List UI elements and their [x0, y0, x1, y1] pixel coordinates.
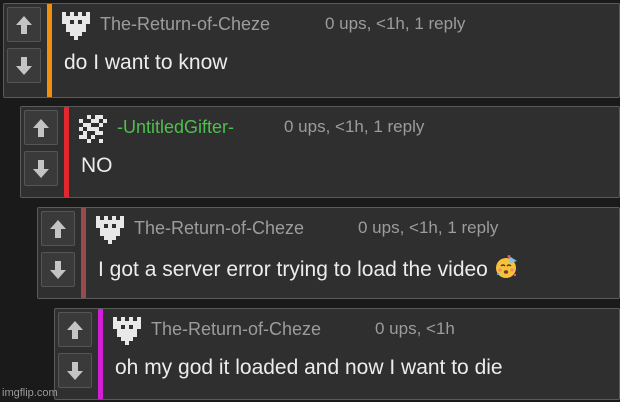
username[interactable]: The-Return-of-Cheze [151, 319, 321, 340]
downvote-button[interactable] [24, 151, 58, 186]
arrow-up-icon [50, 219, 66, 238]
comment-text: I got a server error trying to load the … [98, 255, 518, 285]
arrow-down-icon [50, 260, 66, 279]
username[interactable]: -UntitledGifter- [117, 117, 234, 138]
comment-meta: 0 ups, <1h, 1 reply [358, 218, 499, 237]
pixel-noise-icon [79, 115, 107, 143]
arrow-up-icon [33, 118, 49, 137]
comment-thread: The-Return-of-Cheze 0 ups, <1h, 1 reply … [0, 0, 620, 402]
comment: -UntitledGifter- 0 ups, <1h, 1 reply NO [20, 106, 620, 198]
downvote-button[interactable] [58, 353, 92, 388]
arrow-up-icon [16, 15, 32, 34]
downvote-button[interactable] [41, 252, 75, 287]
comment-meta: 0 ups, <1h, 1 reply [325, 14, 466, 33]
watermark: imgflip.com [2, 387, 58, 399]
reply-depth-bar [64, 107, 69, 197]
arrow-down-icon [67, 361, 83, 380]
downvote-button[interactable] [7, 48, 41, 83]
comment-text-content: I got a server error trying to load the … [98, 258, 488, 281]
comment-meta: 0 ups, <1h [375, 319, 455, 338]
avatar[interactable] [113, 317, 141, 345]
reply-depth-bar [81, 208, 86, 298]
pixel-crest-icon [62, 12, 90, 40]
avatar[interactable] [62, 12, 90, 40]
avatar[interactable] [79, 115, 107, 143]
partying-face-emoji [494, 255, 518, 285]
arrow-down-icon [33, 159, 49, 178]
upvote-button[interactable] [58, 312, 92, 347]
comment-meta: 0 ups, <1h, 1 reply [284, 117, 425, 136]
username[interactable]: The-Return-of-Cheze [134, 218, 304, 239]
upvote-button[interactable] [7, 7, 41, 42]
username[interactable]: The-Return-of-Cheze [100, 14, 270, 35]
reply-depth-bar [47, 4, 52, 97]
comment-text: NO [81, 154, 113, 177]
comment-text: oh my god it loaded and now I want to di… [115, 356, 503, 379]
comment: The-Return-of-Cheze 0 ups, <1h, 1 reply … [37, 207, 620, 299]
upvote-button[interactable] [24, 110, 58, 145]
avatar[interactable] [96, 216, 124, 244]
reply-depth-bar [98, 309, 103, 399]
comment-text: do I want to know [64, 51, 228, 74]
comment: The-Return-of-Cheze 0 ups, <1h oh my god… [54, 308, 620, 400]
pixel-crest-icon [96, 216, 124, 244]
pixel-crest-icon [113, 317, 141, 345]
arrow-up-icon [67, 320, 83, 339]
arrow-down-icon [16, 56, 32, 75]
upvote-button[interactable] [41, 211, 75, 246]
comment: The-Return-of-Cheze 0 ups, <1h, 1 reply … [3, 3, 620, 98]
